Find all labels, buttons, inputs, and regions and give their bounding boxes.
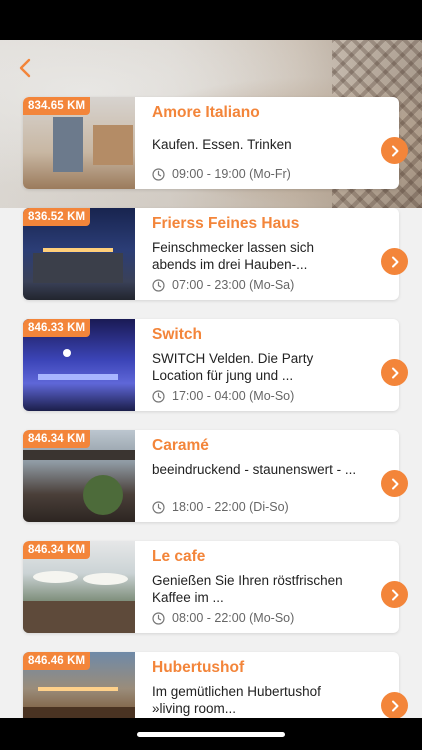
restaurant-image: 834.65 KM	[23, 97, 135, 189]
restaurant-image: 846.34 KM	[23, 541, 135, 633]
chevron-right-icon	[391, 145, 398, 156]
opening-hours: 07:00 - 23:00 (Mo-Sa)	[152, 278, 294, 292]
card-body: Amore Italiano Kaufen. Essen. Trinken 09…	[135, 97, 399, 189]
open-detail-button[interactable]	[381, 581, 408, 608]
restaurant-card[interactable]: 836.52 KM Frierss Feines Haus Feinschmec…	[23, 208, 408, 300]
distance-badge: 846.33 KM	[23, 319, 91, 337]
home-indicator-bar[interactable]	[137, 732, 285, 737]
restaurant-card[interactable]: 834.65 KM Amore Italiano Kaufen. Essen. …	[23, 97, 408, 189]
restaurant-description: SWITCH Velden. Die Party Location für ju…	[152, 351, 314, 383]
home-indicator-area	[0, 718, 422, 750]
distance-badge: 846.34 KM	[23, 430, 91, 448]
screen: 834.65 KM Amore Italiano Kaufen. Essen. …	[0, 0, 422, 750]
chevron-right-icon	[391, 700, 398, 711]
opening-hours: 18:00 - 22:00 (Di-So)	[152, 500, 289, 514]
open-detail-button[interactable]	[381, 248, 408, 275]
restaurant-name: Amore Italiano	[152, 104, 260, 121]
open-detail-button[interactable]	[381, 137, 408, 164]
clock-icon	[152, 611, 165, 625]
restaurant-description: Kaufen. Essen. Trinken	[152, 137, 292, 152]
restaurant-list: 834.65 KM Amore Italiano Kaufen. Essen. …	[0, 97, 422, 750]
open-detail-button[interactable]	[381, 359, 408, 386]
restaurant-image: 846.34 KM	[23, 430, 135, 522]
restaurant-name: Frierss Feines Haus	[152, 215, 300, 232]
restaurant-card[interactable]: 846.34 KM Caramé beeindruckend - staunen…	[23, 430, 408, 522]
restaurant-image: 836.52 KM	[23, 208, 135, 300]
card-body: Caramé beeindruckend - staunenswert - ..…	[135, 430, 399, 522]
distance-badge: 834.65 KM	[23, 97, 91, 115]
restaurant-description: Genießen Sie Ihren röstfrischen Kaffee i…	[152, 573, 343, 605]
hours-text: 17:00 - 04:00 (Mo-So)	[172, 389, 295, 403]
status-bar	[0, 0, 422, 40]
restaurant-name: Switch	[152, 326, 202, 343]
restaurant-name: Caramé	[152, 437, 209, 454]
restaurant-description: Feinschmecker lassen sich abends im drei…	[152, 240, 315, 272]
clock-icon	[152, 500, 165, 514]
clock-icon	[152, 278, 165, 292]
chevron-right-icon	[391, 256, 398, 267]
opening-hours: 08:00 - 22:00 (Mo-So)	[152, 611, 294, 625]
hours-text: 09:00 - 19:00 (Mo-Fr)	[172, 167, 291, 181]
hours-text: 18:00 - 22:00 (Di-So)	[172, 500, 289, 514]
clock-icon	[152, 389, 165, 403]
card-body: Frierss Feines Haus Feinschmecker lassen…	[135, 208, 399, 300]
distance-badge: 836.52 KM	[23, 208, 91, 226]
restaurant-card[interactable]: 846.34 KM Le cafe Genießen Sie Ihren rös…	[23, 541, 408, 633]
card-body: Le cafe Genießen Sie Ihren röstfrischen …	[135, 541, 399, 633]
card-body: Switch SWITCH Velden. Die Party Location…	[135, 319, 399, 411]
chevron-left-icon	[19, 58, 31, 78]
chevron-right-icon	[391, 367, 398, 378]
clock-icon	[152, 167, 165, 181]
open-detail-button[interactable]	[381, 692, 408, 719]
chevron-right-icon	[391, 478, 398, 489]
hours-text: 07:00 - 23:00 (Mo-Sa)	[172, 278, 295, 292]
restaurant-description: Im gemütlichen Hubertushof »living room.…	[152, 684, 321, 716]
distance-badge: 846.34 KM	[23, 541, 91, 559]
open-detail-button[interactable]	[381, 470, 408, 497]
opening-hours: 17:00 - 04:00 (Mo-So)	[152, 389, 294, 403]
hours-text: 08:00 - 22:00 (Mo-So)	[172, 611, 295, 625]
opening-hours: 09:00 - 19:00 (Mo-Fr)	[152, 167, 291, 181]
distance-badge: 846.46 KM	[23, 652, 91, 670]
restaurant-card[interactable]: 846.33 KM Switch SWITCH Velden. Die Part…	[23, 319, 408, 411]
restaurant-name: Le cafe	[152, 548, 206, 565]
chevron-right-icon	[391, 589, 398, 600]
restaurant-image: 846.33 KM	[23, 319, 135, 411]
back-button[interactable]	[12, 55, 38, 81]
restaurant-name: Hubertushof	[152, 659, 245, 676]
restaurant-description: beeindruckend - staunenswert - ...	[152, 462, 357, 477]
